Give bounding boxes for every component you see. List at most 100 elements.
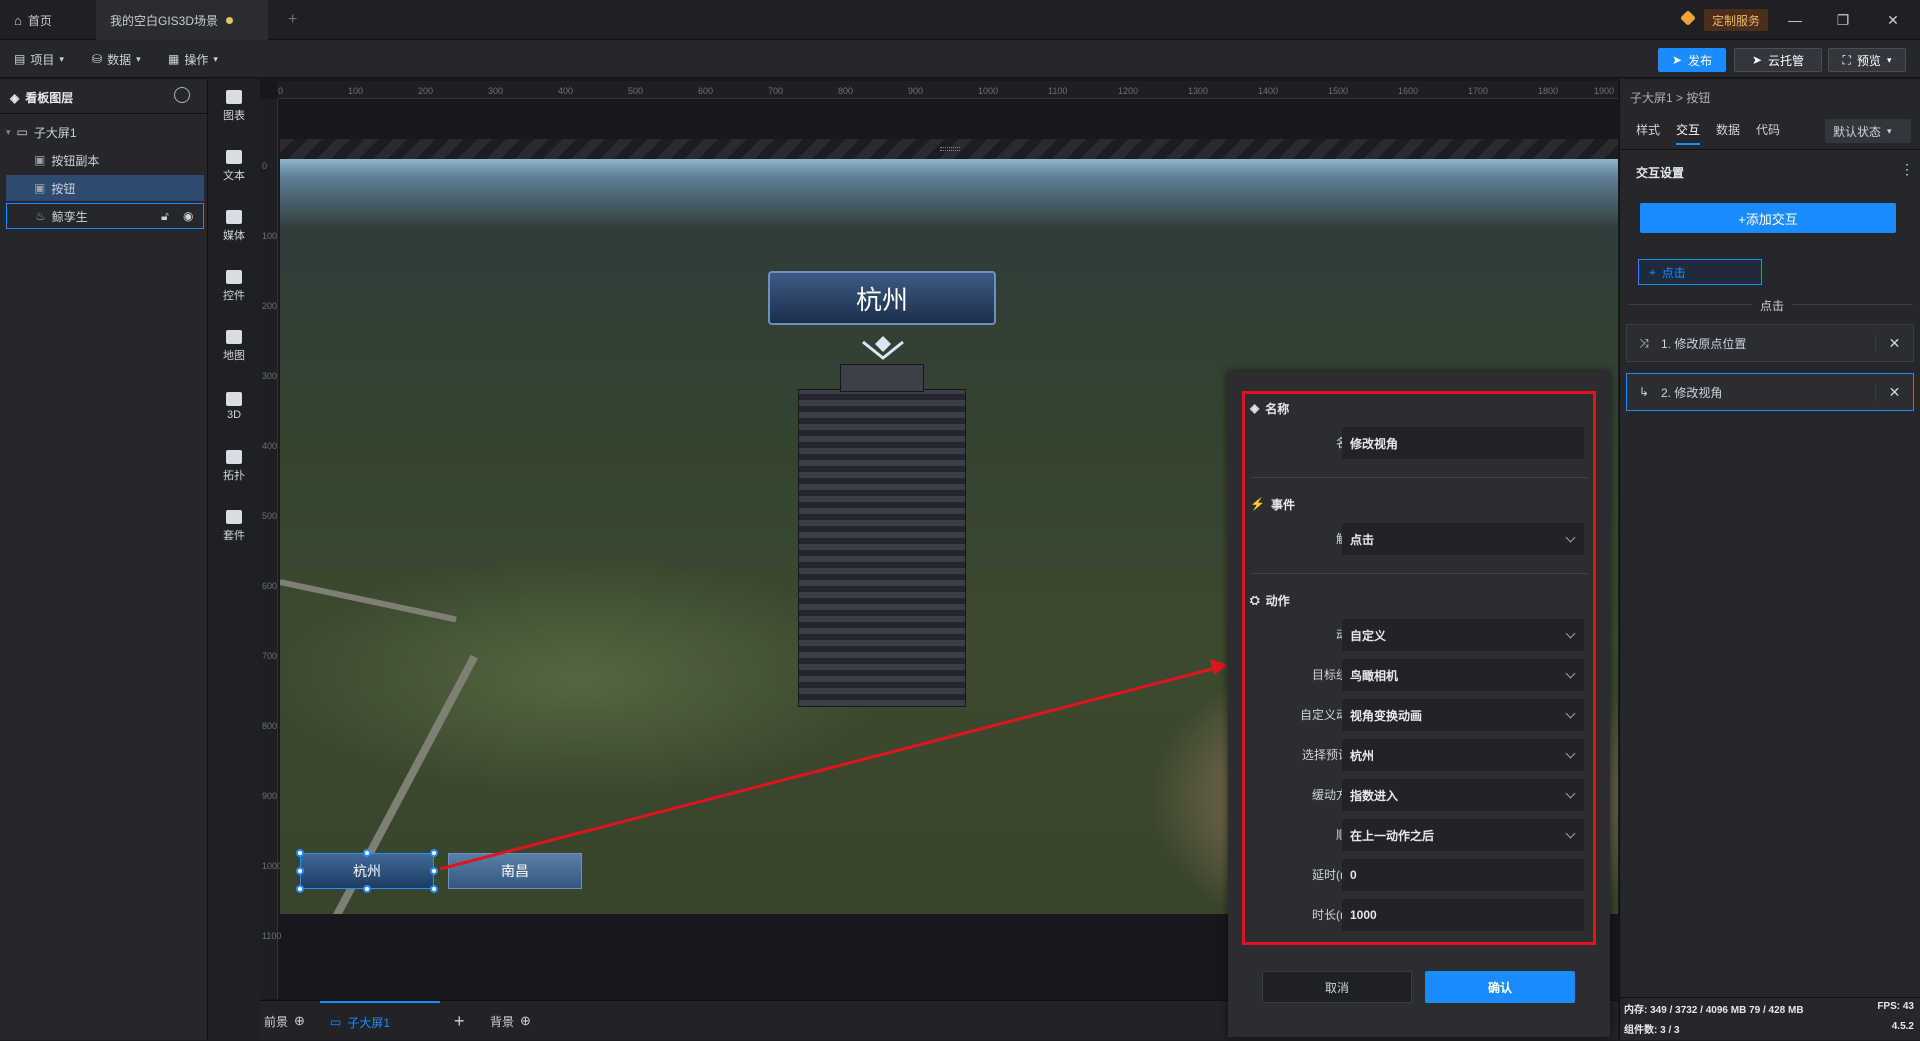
ruler-label: 1900 [1594, 86, 1615, 96]
maximize-icon[interactable]: ❐ [1820, 0, 1866, 40]
target-component-value: 鸟瞰相机 [1350, 668, 1399, 683]
state-select[interactable]: 默认状态 ▾ [1825, 119, 1911, 143]
tab-foreground[interactable]: 前景 ⊕ [264, 1001, 305, 1041]
add-circle-icon[interactable]: ⊕ [294, 1013, 305, 1029]
version-text: 4.5.2 [1891, 1021, 1914, 1032]
trigger-select[interactable]: 点击 [1342, 523, 1584, 555]
section-name-title: 名称 [1265, 401, 1290, 416]
section-event-title: 事件 [1270, 497, 1295, 512]
tool-control[interactable]: 控件 [208, 259, 260, 313]
easing-select[interactable]: 指数进入 [1342, 779, 1584, 811]
tab-style[interactable]: 样式 [1636, 121, 1660, 145]
publish-button[interactable]: ➤ 发布 [1658, 48, 1726, 72]
ruler-label: 900 [908, 86, 924, 96]
drag-handle-icon[interactable] [940, 147, 960, 151]
ruler-label: 1400 [1258, 86, 1279, 96]
interaction-item-2[interactable]: ↳ 2. 修改视角 ✕ [1626, 373, 1914, 411]
action-type-value: 自定义 [1350, 628, 1387, 643]
eye-icon[interactable]: ◉ [183, 209, 193, 223]
confirm-button[interactable]: 确认 [1425, 971, 1575, 1003]
add-screen-button[interactable]: + [454, 1001, 465, 1041]
divider [1250, 573, 1588, 574]
menu-data[interactable]: ⛁ 数据 ▾ [92, 48, 141, 70]
event-tag-click[interactable]: ⌖ 点击 [1638, 259, 1762, 285]
fps-status: FPS: 43 [1877, 1001, 1914, 1012]
preset-select[interactable]: 杭州 [1342, 739, 1584, 771]
kit-icon [226, 509, 242, 524]
menu-project[interactable]: ▤ 项目 ▾ [14, 48, 64, 70]
tab-home[interactable]: ⌂ 首页 [0, 0, 92, 40]
order-select[interactable]: 在上一动作之后 [1342, 819, 1584, 851]
monitor-icon: ▭ [16, 125, 28, 139]
unlock-icon[interactable]: 🔓︎ [161, 209, 169, 224]
layer-item-screen[interactable]: ▾ ▭ 子大屏1 [6, 119, 204, 145]
chevron-down-icon: ▾ [1887, 125, 1892, 136]
ruler-left: 0 100 200 300 400 500 600 700 800 900 10… [260, 99, 282, 999]
custom-service-button[interactable]: 定制服务 [1704, 9, 1769, 31]
tab-scene[interactable]: 我的空白GIS3D场景 [96, 0, 268, 40]
close-icon[interactable]: ✕ [1875, 383, 1913, 401]
interaction-section-title: 交互设置 [1636, 164, 1684, 181]
ruler-label: 800 [838, 86, 854, 96]
preset-row: 选择预设... 杭州 [1228, 739, 1610, 771]
add-interaction-button[interactable]: +添加交互 [1640, 203, 1896, 233]
tab-label: 样式 [1636, 123, 1661, 137]
ruler-label: 1500 [1328, 86, 1349, 96]
more-vertical-icon[interactable]: ⋮ [1900, 161, 1914, 178]
send-icon: ➤ [1751, 53, 1763, 67]
tab-screen[interactable]: ▭ 子大屏1 [320, 1001, 440, 1041]
chart-icon [226, 89, 242, 104]
preview-button[interactable]: ⛶ 预览 ▾ [1828, 48, 1906, 72]
tool-kit[interactable]: 套件 [208, 499, 260, 553]
divider [1250, 477, 1588, 478]
tab-foreground-label: 前景 [264, 1014, 289, 1029]
delay-input[interactable]: 0 [1342, 859, 1584, 891]
ruler-top: 0 100 200 300 400 500 600 700 800 900 10… [278, 81, 1618, 99]
interaction-item-1[interactable]: ⤨ 1. 修改原点位置 ✕ [1626, 324, 1914, 362]
ruler-label: 200 [262, 301, 278, 311]
tool-text[interactable]: 文本 [208, 139, 260, 193]
trigger-select-value: 点击 [1350, 532, 1375, 547]
layer-item-button-copy[interactable]: ▣ 按钮副本 [6, 147, 204, 173]
duration-input[interactable]: 1000 [1342, 899, 1584, 931]
layer-item-twin[interactable]: ♨ 鲸孪生 🔓︎ ◉ [6, 203, 204, 229]
layer-label: 按钮 [51, 181, 76, 196]
ruler-label: 0 [278, 86, 284, 96]
cloud-host-button[interactable]: ➤ 云托管 [1734, 48, 1822, 72]
tool-topology[interactable]: 拓扑 [208, 439, 260, 493]
close-icon[interactable]: ✕ [1875, 334, 1913, 352]
tool-media[interactable]: 媒体 [208, 199, 260, 253]
cancel-label: 取消 [1324, 980, 1349, 995]
state-select-value: 默认状态 [1833, 124, 1882, 139]
tab-interaction[interactable]: 交互 [1676, 121, 1701, 145]
tool-3d[interactable]: 3D [208, 379, 260, 433]
menu-operate[interactable]: ▦ 操作 ▾ [168, 48, 218, 70]
ruler-label: 1100 [1048, 86, 1068, 96]
action-type-select[interactable]: 自定义 [1342, 619, 1584, 651]
file-icon: ▤ [14, 52, 26, 66]
target-component-select[interactable]: 鸟瞰相机 [1342, 659, 1584, 691]
tab-code[interactable]: 代码 [1756, 121, 1780, 145]
name-input[interactable]: 修改视角 [1342, 427, 1584, 459]
add-tab-button[interactable]: + [274, 0, 314, 40]
ruler-label: 900 [262, 791, 278, 801]
layer-item-button[interactable]: ▣ 按钮 [6, 175, 204, 201]
add-circle-icon[interactable]: ⊕ [520, 1013, 531, 1029]
minimize-icon[interactable]: — [1772, 0, 1818, 40]
tool-map[interactable]: 地图 [208, 319, 260, 373]
tool-chart[interactable]: 图表 [208, 79, 260, 133]
search-icon[interactable] [174, 87, 190, 103]
layer-label: 子大屏1 [33, 125, 77, 140]
custom-action-select[interactable]: 视角变换动画 [1342, 699, 1584, 731]
cancel-button[interactable]: 取消 [1262, 971, 1412, 1003]
pointer-icon: ⌖ [1649, 264, 1656, 279]
tab-label: 数据 [1716, 123, 1741, 137]
tab-home-label: 首页 [27, 13, 52, 28]
map-icon [226, 329, 242, 344]
memory-status: 内存: 349 / 3732 / 4096 MB 79 / 428 MB [1624, 1001, 1804, 1016]
fps-text: FPS: 43 [1877, 1001, 1914, 1012]
tab-background[interactable]: 背景 ⊕ [490, 1001, 531, 1041]
tab-data[interactable]: 数据 [1716, 121, 1740, 145]
close-window-icon[interactable]: ✕ [1870, 0, 1916, 40]
ruler-label: 1800 [1538, 86, 1559, 96]
